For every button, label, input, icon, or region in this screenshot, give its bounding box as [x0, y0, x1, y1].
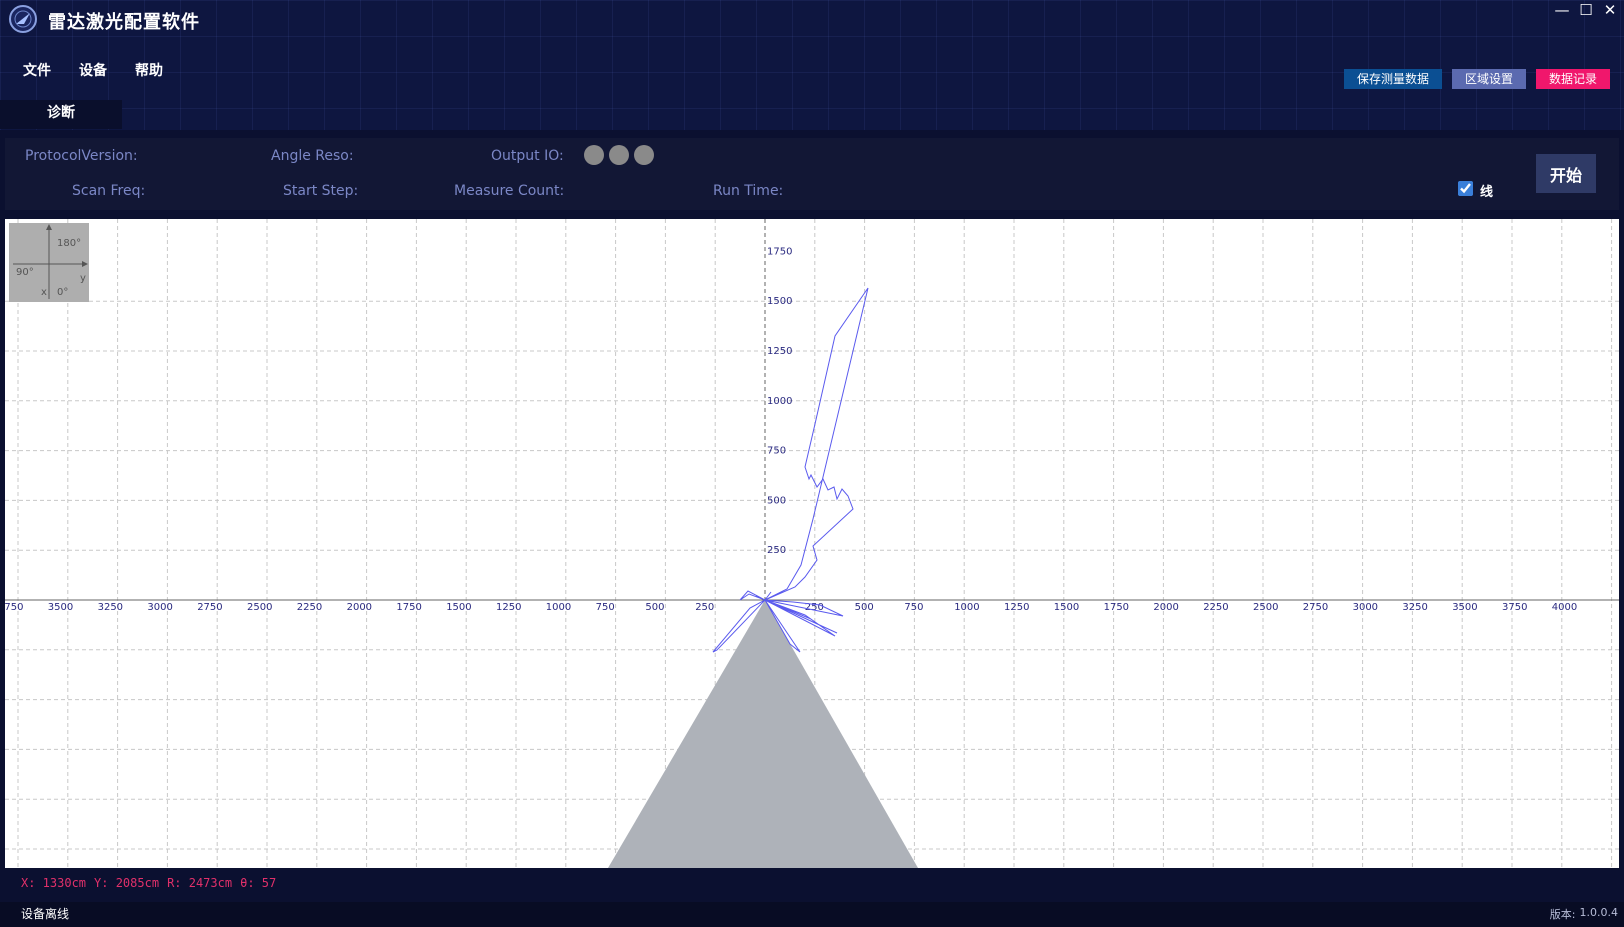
line-checkbox[interactable]: [1458, 181, 1473, 196]
x-tick-label: 3250: [98, 602, 123, 613]
info-panel: ProtocolVersion: Angle Reso: Output IO: …: [5, 138, 1619, 210]
coord-theta: θ: 57: [240, 876, 277, 890]
status-bar: [0, 902, 1624, 927]
y-axis-labels: 250 500 750 1000 1250 1500 1750: [767, 246, 792, 556]
x-tick-label: 4000: [1552, 602, 1577, 613]
x-tick-label: 1250: [496, 602, 521, 613]
orientation-label-180: 180°: [57, 238, 81, 249]
scan-plot-canvas[interactable]: 3750 3500 3250 3000 2750 2500 2250 2000 1750 1500…: [5, 219, 1619, 868]
scan-plot-svg[interactable]: 3750 3500 3250 3000 2750 2500 2250 2000 1750 1500…: [5, 219, 1619, 868]
menu-help[interactable]: 帮助: [135, 60, 163, 80]
run-time-label: Run Time:: [713, 183, 784, 199]
save-measurement-button[interactable]: 保存测量数据: [1343, 69, 1442, 89]
y-tick-label: 1000: [767, 396, 792, 407]
y-tick-label: 750: [767, 446, 786, 457]
x-tick-label: 1750: [1104, 602, 1129, 613]
x-tick-label: 1000: [954, 602, 979, 613]
zone-settings-button[interactable]: 区域设置: [1451, 69, 1526, 89]
x-tick-label: 1000: [546, 602, 571, 613]
x-tick-label: 750: [596, 602, 615, 613]
data-record-button[interactable]: 数据记录: [1535, 69, 1610, 89]
x-tick-label: 2250: [297, 602, 322, 613]
x-tick-label: 3750: [1502, 602, 1527, 613]
toolbar: 保存测量数据 区域设置 数据记录: [1343, 69, 1610, 89]
x-tick-label: 1250: [1004, 602, 1029, 613]
x-tick-label: 3000: [147, 602, 172, 613]
coord-x: X: 1330cm: [21, 876, 87, 890]
measure-count-label: Measure Count:: [454, 183, 565, 199]
x-tick-label: 750: [904, 602, 923, 613]
x-tick-label: 2500: [1253, 602, 1278, 613]
y-tick-label: 1750: [767, 246, 792, 257]
angle-reso-label: Angle Reso:: [271, 148, 354, 164]
window-controls: — ☐ ✕: [1554, 2, 1618, 18]
close-icon[interactable]: ✕: [1602, 2, 1618, 18]
io-indicator-2: [609, 145, 629, 165]
menu-file[interactable]: 文件: [23, 60, 51, 80]
x-tick-label: 2000: [347, 602, 372, 613]
orientation-label-x: x: [41, 287, 47, 298]
start-button[interactable]: 开始: [1536, 154, 1596, 193]
scanner-fov-cone: [608, 600, 918, 868]
x-tick-label: 2000: [1153, 602, 1178, 613]
y-tick-label: 1500: [767, 296, 792, 307]
orientation-indicator: 180° 90° 0° x y: [9, 223, 89, 302]
x-tick-label: 2750: [197, 602, 222, 613]
orientation-label-0: 0°: [57, 287, 68, 298]
menu-device[interactable]: 设备: [79, 60, 107, 80]
version-info: 版本: 1.0.0.4: [1550, 906, 1618, 922]
x-tick-label: 2750: [1303, 602, 1328, 613]
io-indicator-3: [634, 145, 654, 165]
scan-freq-label: Scan Freq:: [72, 183, 146, 199]
coord-r: R: 2473cm: [167, 876, 233, 890]
version-label: 版本:: [1549, 908, 1576, 921]
x-tick-label: 1500: [446, 602, 471, 613]
coord-y: Y: 2085cm: [94, 876, 160, 890]
x-axis-labels: 3750 3500 3250 3000 2750 2500 2250 2000 1750 1500…: [5, 602, 1577, 613]
x-tick-label: 2250: [1203, 602, 1228, 613]
io-indicator-1: [584, 145, 604, 165]
version-value: 1.0.0.4: [1579, 906, 1618, 919]
x-tick-label: 500: [855, 602, 874, 613]
x-tick-label: 250: [695, 602, 714, 613]
output-io-label: Output IO:: [491, 148, 564, 164]
x-tick-label: 1750: [396, 602, 421, 613]
app-title: 雷达激光配置软件: [48, 12, 200, 33]
x-tick-label: 3500: [1452, 602, 1477, 613]
device-status: 设备离线: [21, 907, 70, 921]
orientation-label-y: y: [80, 273, 86, 284]
cursor-coords: X: 1330cm Y: 2085cm R: 2473cm θ: 57: [21, 876, 276, 890]
x-tick-label: 500: [645, 602, 664, 613]
line-checkbox-label[interactable]: 线: [1480, 181, 1493, 200]
orientation-label-90: 90°: [16, 267, 34, 278]
x-tick-label: 1500: [1054, 602, 1079, 613]
minimize-icon[interactable]: —: [1554, 2, 1570, 18]
menu-bar: 文件 设备 帮助: [23, 60, 163, 80]
y-tick-label: 250: [767, 545, 786, 556]
radar-logo-icon: [9, 5, 37, 33]
tab-diagnostics[interactable]: 诊断: [0, 100, 122, 129]
x-tick-label: 3500: [48, 602, 73, 613]
title-bar: 雷达激光配置软件 — ☐ ✕ 文件 设备 帮助 保存测量数据 区域设置 数据记录…: [0, 0, 1624, 130]
protocol-version-label: ProtocolVersion:: [25, 148, 138, 164]
x-tick-label: 3000: [1353, 602, 1378, 613]
y-tick-label: 500: [767, 495, 786, 506]
x-tick-label: 3250: [1402, 602, 1427, 613]
start-step-label: Start Step:: [283, 183, 359, 199]
y-tick-label: 1250: [767, 346, 792, 357]
x-tick-label: 2500: [247, 602, 272, 613]
maximize-icon[interactable]: ☐: [1578, 2, 1594, 18]
x-tick-label: 3750: [5, 602, 23, 613]
scan-trace: [712, 287, 869, 653]
